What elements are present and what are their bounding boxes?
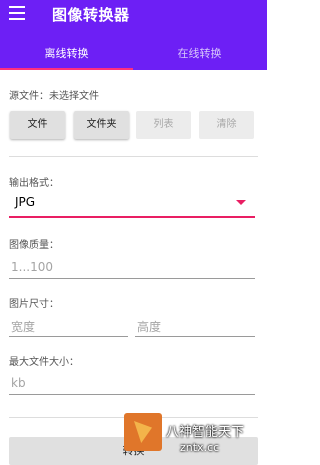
max-file-size-label: 最大文件大小： (9, 357, 79, 368)
app-bar: 图像转换器 离线转换 在线转换 (0, 0, 267, 70)
quality-input-underline (9, 278, 255, 279)
max-file-size-input-underline (9, 394, 255, 395)
width-input[interactable]: 宽度 (11, 318, 35, 335)
output-format-label: 输出格式： (9, 178, 59, 189)
tab-indicator (0, 68, 133, 70)
image-size-label: 图片尺寸： (9, 299, 59, 310)
divider (9, 156, 258, 157)
app-title: 图像转换器 (52, 6, 130, 24)
tab-offline-convert[interactable]: 离线转换 (0, 42, 133, 70)
source-file-label: 源文件：未选择文件 (9, 91, 99, 102)
menu-icon[interactable] (9, 6, 25, 20)
quality-input[interactable]: 1...100 (11, 260, 53, 274)
quality-label: 图像质量： (9, 240, 59, 251)
clear-button[interactable]: 清除 (199, 111, 254, 139)
watermark-logo (124, 413, 162, 451)
height-input[interactable]: 高度 (137, 318, 161, 335)
watermark-url: zntx.cc (180, 441, 220, 454)
select-underline (9, 216, 255, 218)
height-input-underline (135, 336, 255, 337)
max-file-size-input[interactable]: kb (11, 376, 26, 390)
list-button[interactable]: 列表 (136, 111, 191, 139)
watermark: 八神智能天下 zntx.cc (124, 413, 267, 465)
output-format-value[interactable]: JPG (15, 195, 35, 209)
file-button[interactable]: 文件 (10, 111, 65, 139)
dropdown-arrow-icon[interactable] (236, 200, 246, 205)
width-input-underline (9, 336, 128, 337)
tab-online-convert[interactable]: 在线转换 (133, 42, 266, 70)
watermark-text: 八神智能天下 (166, 425, 245, 440)
folder-button[interactable]: 文件夹 (74, 111, 129, 139)
